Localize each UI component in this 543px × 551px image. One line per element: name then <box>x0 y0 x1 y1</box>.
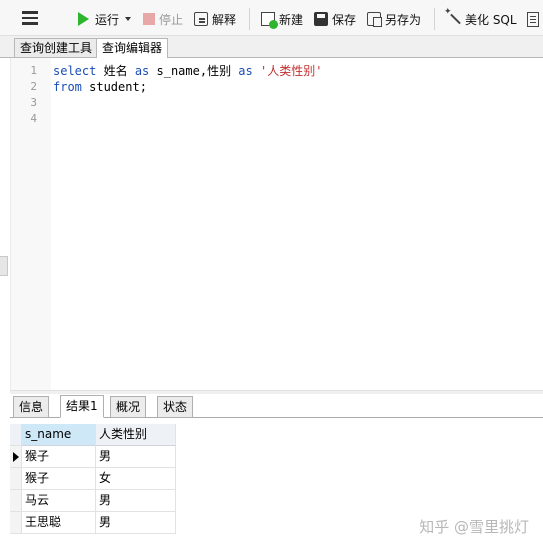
save-label: 保存 <box>332 12 357 27</box>
column-header-s_name[interactable]: s_name <box>22 424 96 446</box>
table-cell[interactable]: 马云 <box>22 490 96 512</box>
table-cell[interactable]: 猴子 <box>22 446 96 468</box>
line-number-gutter: 1 2 3 4 <box>11 58 51 390</box>
table-cell[interactable]: 男 <box>96 490 176 512</box>
editor-tab-bar: 查询创建工具 查询编辑器 <box>0 36 543 59</box>
tab-profile[interactable]: 概况 <box>110 396 147 418</box>
table-cell[interactable]: 猴子 <box>22 468 96 490</box>
toolbar: 运行 停止 解释 新建 保存 另存为 美化 SQL <box>0 0 543 36</box>
line-number: 4 <box>30 112 37 125</box>
new-button[interactable]: 新建 <box>261 9 303 29</box>
stop-button[interactable]: 停止 <box>143 9 183 29</box>
keyword-as: as <box>134 64 150 78</box>
save-as-label: 另存为 <box>385 12 422 27</box>
tab-query-builder[interactable]: 查询创建工具 <box>14 38 99 58</box>
row-indicator[interactable] <box>10 468 22 490</box>
explain-label: 解释 <box>212 12 237 27</box>
stop-icon <box>143 13 155 25</box>
stop-label: 停止 <box>159 12 184 27</box>
explain-icon <box>194 12 208 26</box>
menu-icon[interactable] <box>22 11 38 25</box>
watermark: 知乎 @雪里挑灯 <box>419 518 529 536</box>
tab-status[interactable]: 状态 <box>157 396 194 418</box>
code-line-2: from student; <box>53 79 147 95</box>
save-as-button[interactable]: 另存为 <box>367 9 421 29</box>
chevron-down-icon[interactable] <box>125 17 132 21</box>
table-cell[interactable]: 男 <box>96 512 176 534</box>
beautify-sql-button[interactable]: 美化 SQL <box>444 7 517 29</box>
column-alias: s_name,性别 <box>149 64 239 78</box>
toolbar-divider <box>434 8 435 30</box>
column-header-human-gender[interactable]: 人类性别 <box>96 424 176 446</box>
row-indicator[interactable] <box>10 446 22 468</box>
code-snippet-button[interactable] <box>527 9 543 29</box>
sql-editor[interactable]: 1 2 3 4 select 姓名 as s_name,性别 as '人类性别'… <box>10 58 543 390</box>
toolbar-divider <box>249 8 250 30</box>
table-cell[interactable]: 男 <box>96 446 176 468</box>
table-cell[interactable]: 王思聪 <box>22 512 96 534</box>
save-icon <box>314 12 328 26</box>
row-indicator[interactable] <box>10 490 22 512</box>
save-button[interactable]: 保存 <box>314 9 356 29</box>
save-as-icon <box>367 12 382 27</box>
line-number: 2 <box>30 80 37 93</box>
panel-collapse-handle[interactable] <box>0 256 8 276</box>
row-indicator[interactable] <box>10 512 22 534</box>
code-line-1: select 姓名 as s_name,性别 as '人类性别' <box>53 63 322 79</box>
tab-result1[interactable]: 结果1 <box>60 395 104 418</box>
tab-info[interactable]: 信息 <box>13 396 50 418</box>
magic-wand-icon <box>444 7 461 26</box>
grid-corner <box>10 424 22 446</box>
keyword-as: as <box>238 64 253 78</box>
new-label: 新建 <box>279 12 304 27</box>
new-query-icon <box>261 12 278 29</box>
keyword-from: from <box>53 80 82 94</box>
table-cell[interactable]: 女 <box>96 468 176 490</box>
line-number: 3 <box>30 96 37 109</box>
line-number: 1 <box>30 64 37 77</box>
run-button[interactable]: 运行 <box>78 9 132 29</box>
play-icon <box>78 12 89 26</box>
beautify-label: 美化 SQL <box>465 12 517 27</box>
result-tab-bar: 信息 结果1 概况 状态 <box>10 394 543 418</box>
document-icon <box>527 11 539 27</box>
tab-query-editor[interactable]: 查询编辑器 <box>96 38 169 59</box>
column-name: 姓名 <box>96 64 135 78</box>
string-literal: '人类性别' <box>252 64 323 78</box>
explain-button[interactable]: 解释 <box>194 9 236 29</box>
keyword-select: select <box>53 64 97 78</box>
table-name: student; <box>81 80 147 94</box>
run-label: 运行 <box>95 12 120 27</box>
